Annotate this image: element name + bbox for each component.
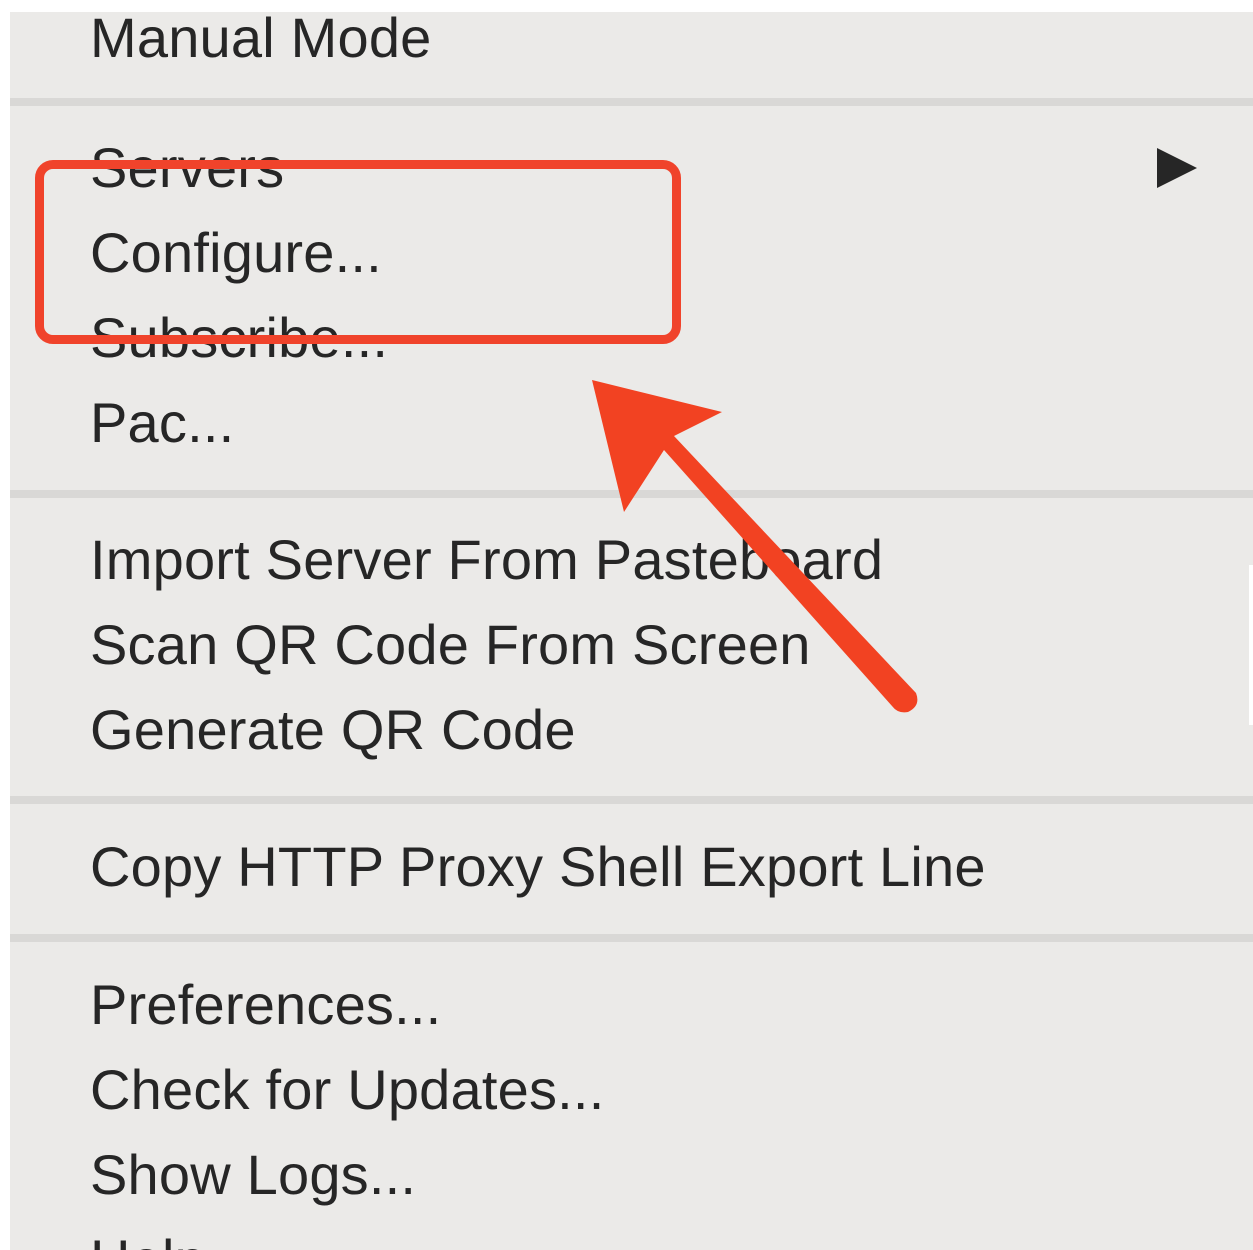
menu-item-help[interactable]: Help (90, 1228, 206, 1250)
menu-item-scan-qr-code[interactable]: Scan QR Code From Screen (90, 613, 811, 677)
menu-separator (10, 98, 1253, 106)
menu-item-import-server[interactable]: Import Server From Pasteboard (90, 528, 883, 592)
menu-separator (10, 934, 1253, 942)
menu-separator (10, 490, 1253, 498)
menu-item-pac[interactable]: Pac... (90, 391, 234, 455)
menu-separator (10, 796, 1253, 804)
menu-item-show-logs[interactable]: Show Logs... (90, 1143, 416, 1207)
menu-item-copy-proxy-line[interactable]: Copy HTTP Proxy Shell Export Line (90, 835, 986, 899)
menu-item-generate-qr-code[interactable]: Generate QR Code (90, 698, 576, 762)
menu-item-manual-mode[interactable]: Manual Mode (90, 12, 432, 70)
menu-item-check-updates[interactable]: Check for Updates... (90, 1058, 604, 1122)
window-edge (1249, 565, 1253, 725)
menu-item-preferences[interactable]: Preferences... (90, 973, 441, 1037)
triangle-right-icon (1157, 148, 1197, 188)
annotation-highlight-box (35, 160, 681, 344)
